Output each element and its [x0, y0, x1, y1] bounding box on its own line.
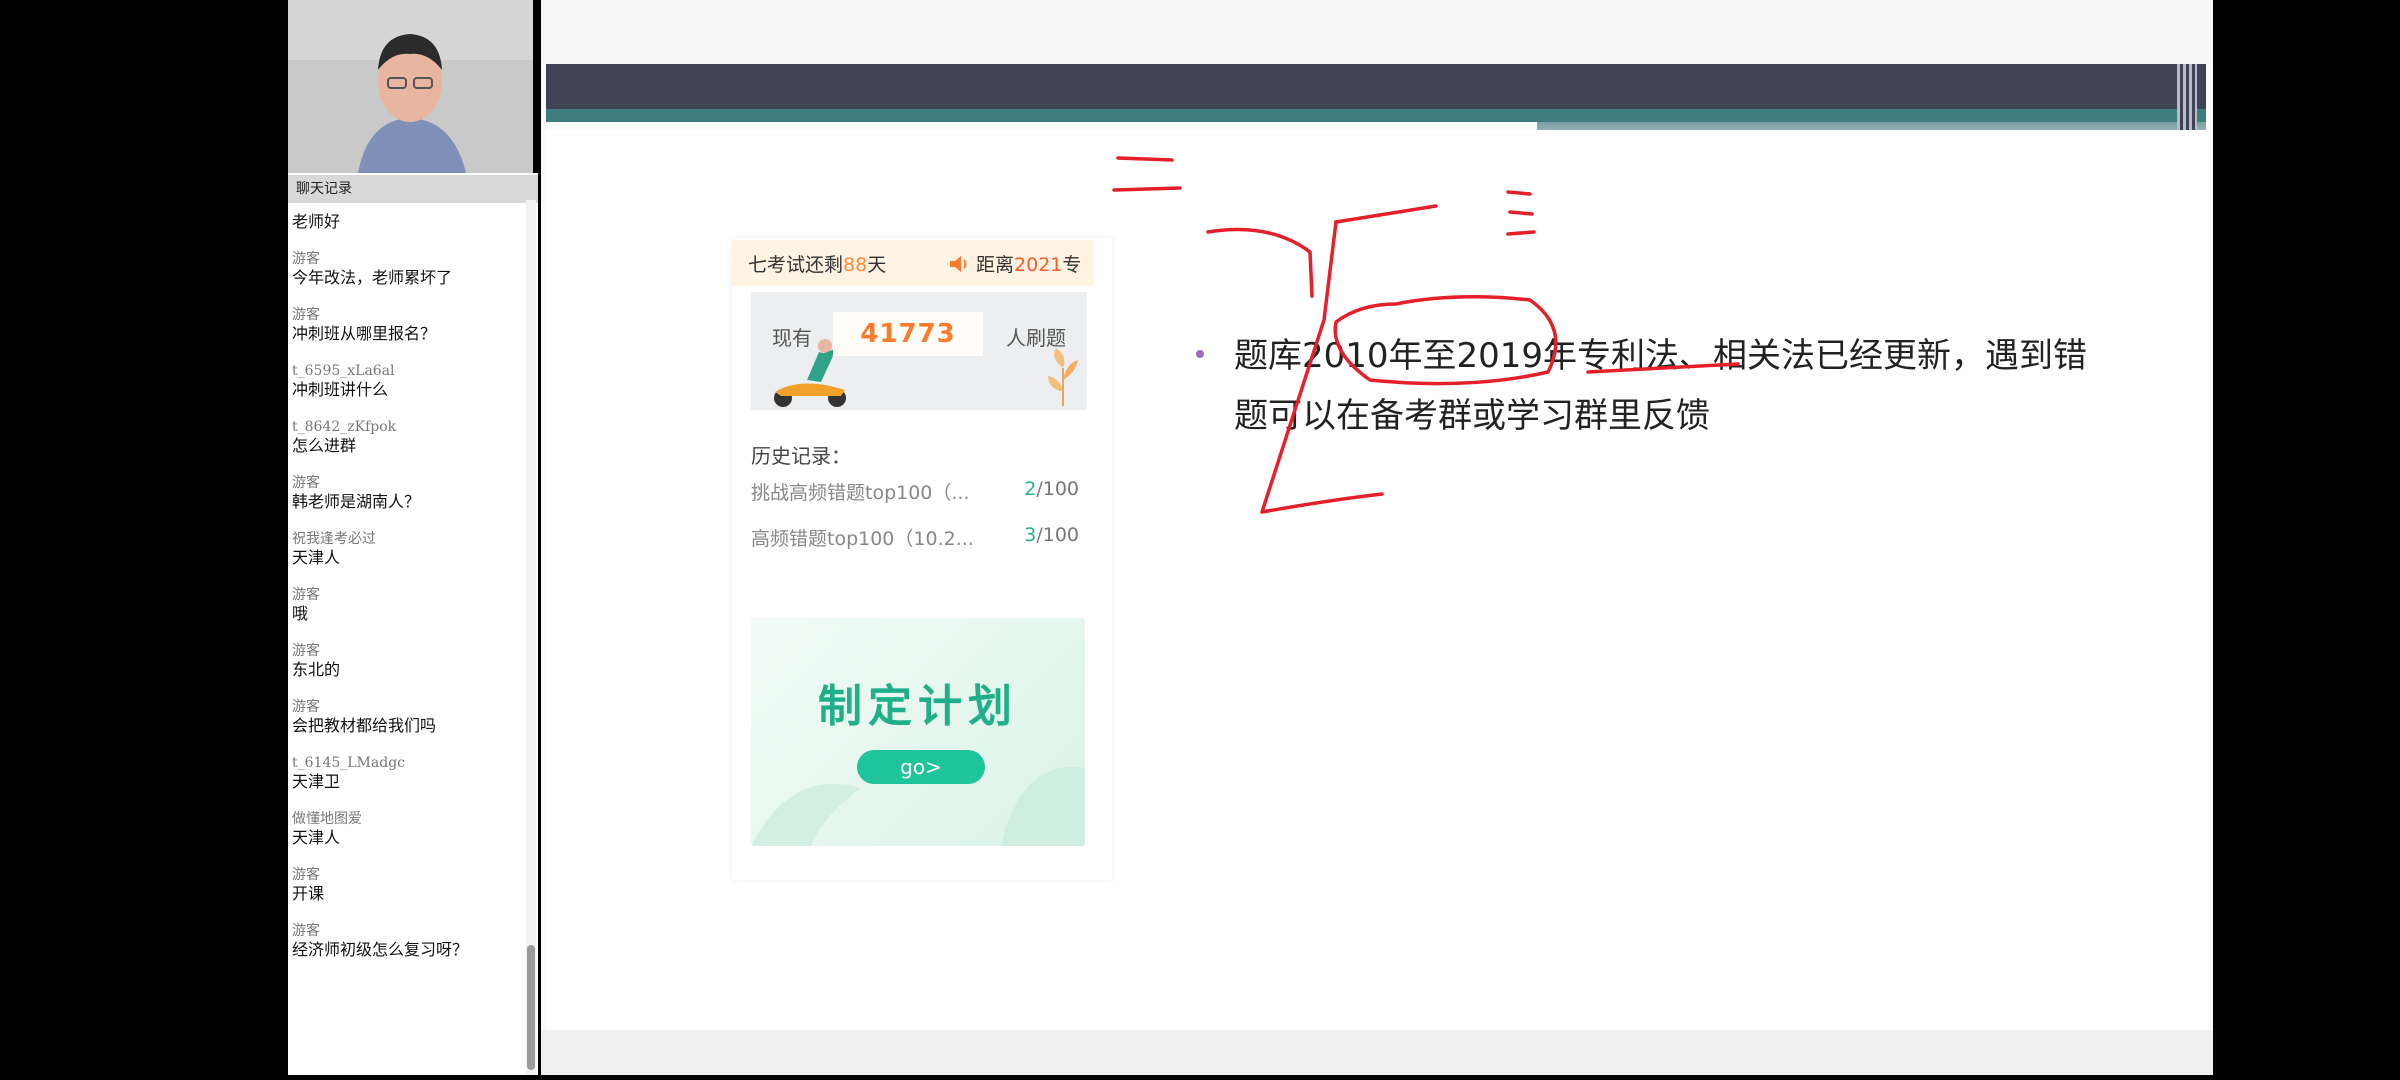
- annotation-underline: [1586, 362, 1740, 374]
- annotation-stroke: [1260, 220, 1384, 514]
- annotation-circle: [1333, 295, 1558, 386]
- right-margin: [2213, 0, 2400, 1080]
- annotation-mark-three: [1506, 190, 1536, 236]
- pen-annotations: [1112, 156, 1740, 514]
- annotation-stroke: [1206, 227, 1314, 298]
- annotation-stroke: [1334, 204, 1438, 224]
- annotation-mark-two: [1112, 156, 1182, 192]
